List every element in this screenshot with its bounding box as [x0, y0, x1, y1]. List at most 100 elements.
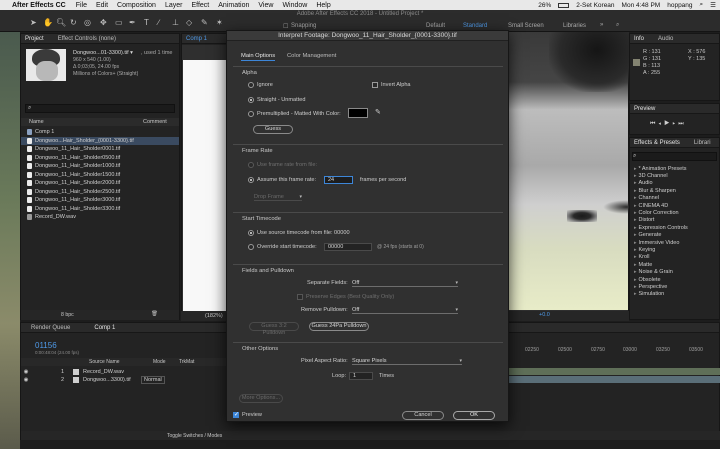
- matte-color-swatch[interactable]: [348, 108, 368, 118]
- tab-project[interactable]: Project: [25, 36, 44, 42]
- effects-search-input[interactable]: ⌕: [632, 152, 717, 161]
- col-comment[interactable]: Comment: [143, 119, 167, 125]
- preview-checkbox[interactable]: [233, 411, 239, 418]
- separate-fields-select[interactable]: Off ▾: [352, 280, 458, 287]
- effects-category[interactable]: Immersive Video: [630, 239, 719, 246]
- effects-category[interactable]: 3D Channel: [630, 172, 719, 179]
- effects-category[interactable]: Audio: [630, 180, 719, 187]
- project-item[interactable]: Dongwoo_11_Hair_Sholder1500.tif: [21, 171, 179, 180]
- alpha-premult-radio[interactable]: [248, 111, 254, 117]
- zoom-tool-icon[interactable]: 🔍︎: [56, 18, 66, 27]
- eraser-tool-icon[interactable]: ◇: [186, 18, 192, 27]
- col-mode[interactable]: Mode: [153, 359, 166, 365]
- override-timecode-input[interactable]: 00000: [324, 243, 372, 251]
- battery-percent[interactable]: 26%: [538, 2, 551, 9]
- project-item[interactable]: Dongwoo_11_Hair_Sholder1000.tif: [21, 162, 179, 171]
- layer-row[interactable]: ◉ 1 Record_DW.wav: [21, 368, 229, 376]
- clone-tool-icon[interactable]: ⊥: [172, 18, 179, 27]
- workspace-more-icon[interactable]: »: [600, 22, 603, 28]
- project-item[interactable]: Dongwoo_11_Hair_Sholder0500.tif: [21, 154, 179, 163]
- workspace-standard[interactable]: Standard: [463, 23, 487, 29]
- effects-category[interactable]: Distort: [630, 217, 719, 224]
- brush-tool-icon[interactable]: ∕: [158, 18, 159, 27]
- alpha-straight-radio[interactable]: [248, 97, 254, 103]
- guess-24pa-pulldown-button[interactable]: Guess 24Pa Pulldown: [309, 322, 369, 331]
- search-icon[interactable]: ⌕: [700, 1, 704, 9]
- tab-color-management[interactable]: Color Management: [287, 53, 336, 59]
- time-ruler[interactable]: 02250 02500 02750 03000 03250 03500: [503, 346, 720, 355]
- project-search-input[interactable]: ⌕: [25, 104, 175, 113]
- project-item-comp[interactable]: Comp 1: [21, 128, 179, 137]
- effects-category[interactable]: * Animation Presets: [630, 165, 719, 172]
- layer-bar-footage[interactable]: [503, 376, 720, 383]
- menu-file[interactable]: File: [76, 2, 87, 9]
- bpc-label[interactable]: 8 bpc: [61, 312, 74, 318]
- exposure-value[interactable]: +0.0: [539, 312, 550, 318]
- cancel-button[interactable]: Cancel: [402, 411, 444, 420]
- tab-timeline-comp-1[interactable]: Comp 1: [94, 325, 115, 331]
- hand-tool-icon[interactable]: ✋: [43, 18, 53, 27]
- toggle-switches-modes[interactable]: Toggle Switches / Modes: [167, 433, 222, 439]
- col-name[interactable]: Name: [29, 119, 44, 125]
- effects-category[interactable]: Noise & Grain: [630, 268, 719, 275]
- project-item[interactable]: Dongwoo_11_Hair_Sholder2000.tif: [21, 179, 179, 188]
- effects-category[interactable]: Simulation: [630, 291, 719, 298]
- search-help-icon[interactable]: ⌕: [616, 22, 619, 29]
- puppet-tool-icon[interactable]: ✶: [216, 18, 223, 27]
- selection-tool-icon[interactable]: ➤: [30, 18, 37, 27]
- layer-bar-audio[interactable]: [503, 368, 720, 375]
- drop-frame-select[interactable]: Drop Frame ▾: [254, 194, 302, 201]
- clock[interactable]: Mon 4:48 PM: [622, 2, 661, 9]
- effects-category[interactable]: Matte: [630, 261, 719, 268]
- effects-category[interactable]: CINEMA 4D: [630, 202, 719, 209]
- pan-behind-tool-icon[interactable]: ✥: [100, 18, 107, 27]
- ok-button[interactable]: OK: [453, 411, 495, 420]
- tab-preview[interactable]: Preview: [634, 106, 655, 112]
- eyedropper-icon[interactable]: ✎: [375, 108, 381, 116]
- menu-effect[interactable]: Effect: [191, 2, 209, 9]
- zoom-level[interactable]: (182%): [205, 313, 223, 319]
- battery-icon[interactable]: [558, 2, 570, 8]
- layer-row[interactable]: ◉ 2 Dongwoo...3300).tif Normal: [21, 376, 229, 384]
- rotate-tool-icon[interactable]: ↻: [70, 18, 77, 27]
- snapping-checkbox[interactable]: ☐: [283, 23, 288, 30]
- eye-icon[interactable]: ◉: [21, 377, 31, 383]
- col-source-name[interactable]: Source Name: [89, 359, 120, 365]
- workspace-small-screen[interactable]: Small Screen: [508, 23, 544, 29]
- override-timecode-radio[interactable]: [248, 244, 254, 250]
- tab-effects-presets[interactable]: Effects & Presets: [634, 140, 680, 146]
- effects-category[interactable]: Blur & Sharpen: [630, 187, 719, 194]
- invert-alpha-checkbox[interactable]: [372, 82, 378, 88]
- project-item[interactable]: Dongwoo_11_Hair_Sholder2500.tif: [21, 188, 179, 197]
- project-item[interactable]: Dongwoo_11_Hair_Sholder3000.tif: [21, 196, 179, 205]
- camera-tool-icon[interactable]: ◎: [84, 18, 91, 27]
- layer-mode-select[interactable]: Normal: [141, 376, 165, 384]
- input-source[interactable]: 2-Set Korean: [576, 2, 614, 9]
- tab-render-queue[interactable]: Render Queue: [31, 325, 70, 331]
- loop-input[interactable]: 1: [349, 372, 373, 380]
- alpha-guess-button[interactable]: Guess: [253, 125, 293, 134]
- workspace-libraries[interactable]: Libraries: [563, 23, 586, 29]
- effects-category[interactable]: Expression Controls: [630, 224, 719, 231]
- rectangle-tool-icon[interactable]: ▭: [115, 18, 123, 27]
- menu-window[interactable]: Window: [282, 2, 307, 9]
- effects-category[interactable]: Perspective: [630, 283, 719, 290]
- effects-category[interactable]: Generate: [630, 232, 719, 239]
- menu-edit[interactable]: Edit: [96, 2, 108, 9]
- project-item[interactable]: Dongwoo_11_Hair_Sholder3300.tif: [21, 205, 179, 214]
- trash-icon[interactable]: 🗑︎: [151, 311, 158, 317]
- col-trkmat[interactable]: TrkMat: [179, 359, 194, 365]
- menu-list-icon[interactable]: ☰: [710, 1, 716, 9]
- roto-brush-tool-icon[interactable]: ✎: [201, 18, 208, 27]
- effects-category[interactable]: Color Correction: [630, 209, 719, 216]
- project-item[interactable]: Dongwoo_11_Hair_Sholder0001.tif: [21, 145, 179, 154]
- assume-rate-radio[interactable]: [248, 177, 254, 183]
- tab-main-options[interactable]: Main Options: [241, 53, 276, 61]
- thumb-name[interactable]: Dongwoo...01-3300).tif ▾: [73, 50, 133, 56]
- tab-libraries[interactable]: Librari: [694, 140, 711, 146]
- user-name[interactable]: hoppang: [667, 2, 692, 9]
- pixel-aspect-ratio-select[interactable]: Square Pixels ▾: [352, 358, 462, 365]
- effects-category[interactable]: Obsolete: [630, 276, 719, 283]
- use-file-rate-radio[interactable]: [248, 162, 254, 168]
- last-frame-icon[interactable]: ⏭: [678, 121, 686, 127]
